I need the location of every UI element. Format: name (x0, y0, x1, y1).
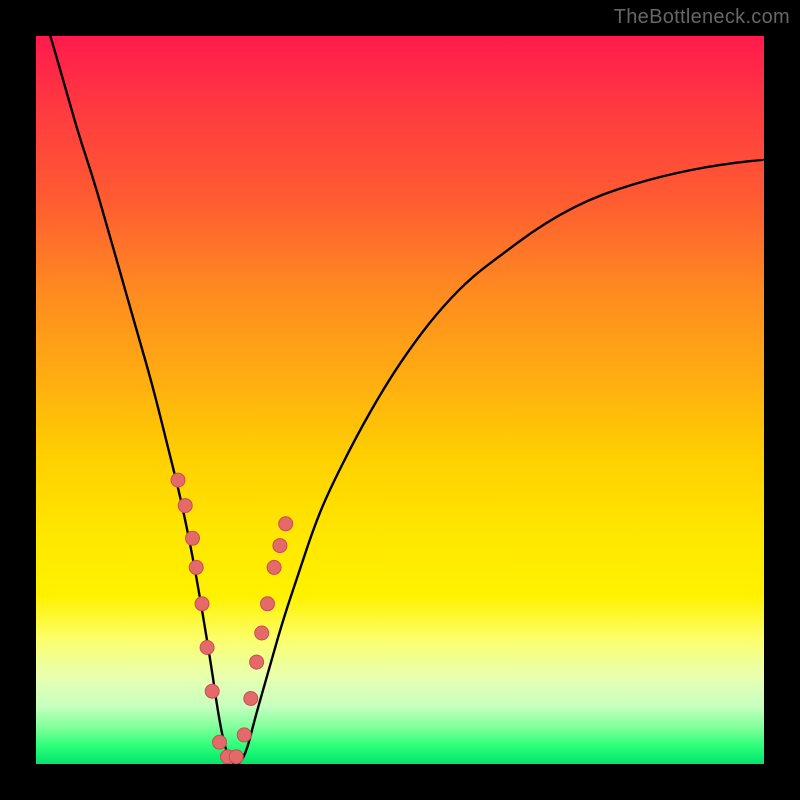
data-marker (171, 473, 185, 487)
curve-layer (36, 36, 764, 764)
chart-canvas: TheBottleneck.com (0, 0, 800, 800)
data-marker (250, 655, 264, 669)
data-marker (229, 750, 243, 764)
data-marker (261, 597, 275, 611)
data-marker (178, 499, 192, 513)
plot-area (36, 36, 764, 764)
bottleneck-curve (36, 36, 764, 764)
data-marker (237, 728, 251, 742)
watermark-label: TheBottleneck.com (614, 6, 790, 29)
data-marker (255, 626, 269, 640)
data-marker (267, 560, 281, 574)
data-marker (205, 684, 219, 698)
data-marker (244, 692, 258, 706)
data-marker (186, 531, 200, 545)
data-marker (273, 539, 287, 553)
data-marker (279, 517, 293, 531)
data-marker (189, 560, 203, 574)
data-marker (213, 735, 227, 749)
data-marker (195, 597, 209, 611)
data-markers (171, 473, 293, 764)
data-marker (200, 641, 214, 655)
